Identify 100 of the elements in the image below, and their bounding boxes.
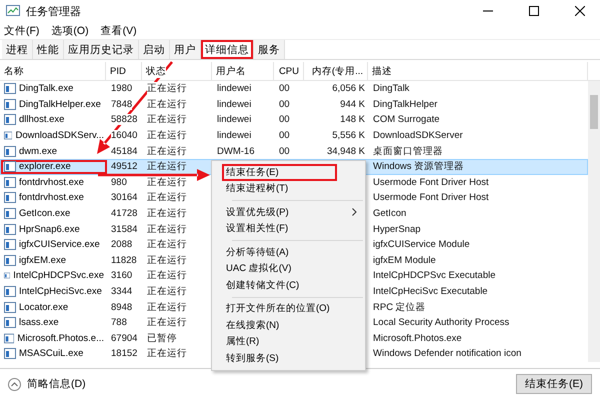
- table-cell-text: Local Security Authority Process: [372, 316, 510, 330]
- menu-item[interactable]: 查看(V): [100, 24, 137, 38]
- application-icon: [4, 114, 16, 126]
- application-icon: [4, 161, 16, 172]
- application-icon: [4, 270, 10, 282]
- column-header[interactable]: 名称: [0, 62, 106, 80]
- table-cell-text: 148 K: [339, 113, 366, 127]
- process-name: DownloadSDKServ...: [1, 128, 107, 142]
- context-menu-item[interactable]: 设置相关性(F): [222, 220, 365, 237]
- context-menu-item[interactable]: 结束进程树(T): [222, 180, 365, 197]
- table-cell-text: Windows 资源管理器: [372, 160, 466, 174]
- application-icon: [4, 98, 16, 110]
- table-cell-text: 00: [278, 98, 291, 112]
- process-name: dllhost.exe: [1, 113, 107, 127]
- task-manager-icon: [6, 5, 20, 17]
- table-cell-text: 00: [278, 129, 291, 142]
- table-cell-text: DingTalk: [372, 82, 410, 96]
- table-cell-text: lindewei: [216, 98, 252, 112]
- context-menu-item[interactable]: 设置优先级(P): [222, 204, 365, 220]
- application-icon: [4, 192, 16, 204]
- tab[interactable]: 启动: [139, 40, 170, 59]
- table-cell-text: 00: [278, 113, 291, 127]
- column-header[interactable]: PID: [106, 62, 142, 80]
- process-name: lsass.exe: [1, 316, 107, 330]
- menu-item[interactable]: 文件(F): [4, 24, 40, 38]
- process-name: IntelCpHDCPSvc.exe: [1, 269, 107, 283]
- column-header[interactable]: CPU: [274, 62, 304, 80]
- process-name: HprSnap6.exe: [1, 222, 107, 236]
- table-cell-text: 00: [278, 82, 291, 96]
- table-cell-text: 00: [278, 144, 291, 158]
- close-icon[interactable]: [575, 6, 585, 16]
- table-cell-text: lindewei: [216, 113, 252, 127]
- table-cell-text: 5,556 K: [331, 129, 366, 142]
- window-title: 任务管理器: [26, 4, 82, 18]
- process-name: dwm.exe: [1, 144, 107, 158]
- process-name: Locator.exe: [1, 300, 107, 314]
- tab[interactable]: 应用历史记录: [64, 40, 139, 59]
- context-menu-item[interactable]: 创建转储文件(C): [222, 277, 365, 294]
- application-icon: [4, 286, 16, 298]
- tab[interactable]: 用户: [170, 40, 201, 59]
- process-name: IntelCpHeciSvc.exe: [1, 284, 107, 298]
- table-cell-text: RPC 定位器: [372, 300, 427, 314]
- process-name: Microsoft.Photos.e...: [1, 332, 107, 346]
- table-cell-text: DWM-16: [216, 144, 256, 158]
- table-cell-text: igfxEM Module: [372, 254, 437, 268]
- fewer-details-link[interactable]: 简略信息(D): [27, 377, 86, 392]
- table-cell-text: 桌面窗口管理器: [372, 144, 444, 158]
- table-cell-text: igfxCUIService Module: [372, 238, 471, 252]
- table-cell-text: DownloadSDKServer: [372, 129, 464, 142]
- table-cell-text: 7848: [110, 98, 134, 112]
- process-name: fontdrvhost.exe: [1, 191, 107, 205]
- table-cell-text: GetIcon: [372, 207, 408, 220]
- application-icon: [4, 146, 16, 157]
- process-name: fontdrvhost.exe: [1, 176, 107, 190]
- table-cell-text: Usermode Font Driver Host: [372, 191, 490, 205]
- application-icon: [4, 302, 16, 313]
- column-header[interactable]: 用户名: [212, 62, 274, 80]
- process-name: MSASCuiL.exe: [1, 347, 107, 361]
- application-icon: [4, 83, 16, 94]
- table-cell-text: lindewei: [216, 82, 252, 96]
- table-cell-text: Usermode Font Driver Host: [372, 176, 490, 190]
- context-menu-item[interactable]: 转到服务(S): [222, 350, 365, 366]
- table-cell-text: 34,948 K: [326, 144, 366, 158]
- context-menu-item[interactable]: 在线搜索(N): [222, 317, 365, 334]
- application-icon: [4, 239, 16, 250]
- table-cell-text: 正在运行: [146, 144, 188, 158]
- context-menu-item[interactable]: 分析等待链(A): [222, 244, 365, 260]
- table-cell-text: 58828: [110, 113, 138, 127]
- application-icon: [4, 317, 16, 328]
- table-cell-text: HyperSnap: [372, 222, 422, 236]
- process-name: GetIcon.exe: [1, 206, 107, 220]
- application-icon: [4, 332, 14, 344]
- collapse-icon[interactable]: [8, 378, 21, 391]
- tab[interactable]: 详细信息: [201, 40, 254, 59]
- context-menu-item[interactable]: 结束任务(E): [222, 164, 337, 180]
- column-header[interactable]: 描述: [368, 62, 588, 80]
- tab[interactable]: 性能: [33, 40, 64, 59]
- table-cell-text: IntelCpHDCPSvc Executable: [372, 269, 496, 283]
- process-name: explorer.exe: [1, 160, 107, 174]
- application-icon: [4, 208, 16, 220]
- table-cell-text: Microsoft.Photos.exe: [372, 332, 463, 346]
- table-cell-text: lindewei: [216, 129, 252, 142]
- application-icon: [4, 254, 16, 266]
- scroll-bar[interactable]: [588, 81, 600, 362]
- context-menu-item[interactable]: 属性(R): [222, 334, 365, 350]
- process-name: DingTalkHelper.exe: [1, 98, 107, 112]
- context-menu-item[interactable]: UAC 虚拟化(V): [222, 260, 365, 277]
- tab[interactable]: 进程: [2, 40, 33, 59]
- table-cell-text: 6,056 K: [331, 82, 366, 96]
- context-menu-item[interactable]: 打开文件所在的位置(O): [222, 300, 365, 317]
- maximize-icon[interactable]: [529, 6, 539, 16]
- application-icon: [4, 176, 16, 188]
- menu-item[interactable]: 选项(O): [51, 24, 89, 38]
- tab[interactable]: 服务: [254, 40, 285, 59]
- application-icon: [4, 348, 16, 360]
- table-cell-text: Windows Defender notification icon: [372, 347, 522, 361]
- end-task-button[interactable]: 结束任务(E): [516, 374, 592, 394]
- table-cell-text: COM Surrogate: [372, 113, 441, 127]
- process-name: igfxEM.exe: [1, 254, 107, 268]
- table-cell-text: 944 K: [339, 98, 366, 112]
